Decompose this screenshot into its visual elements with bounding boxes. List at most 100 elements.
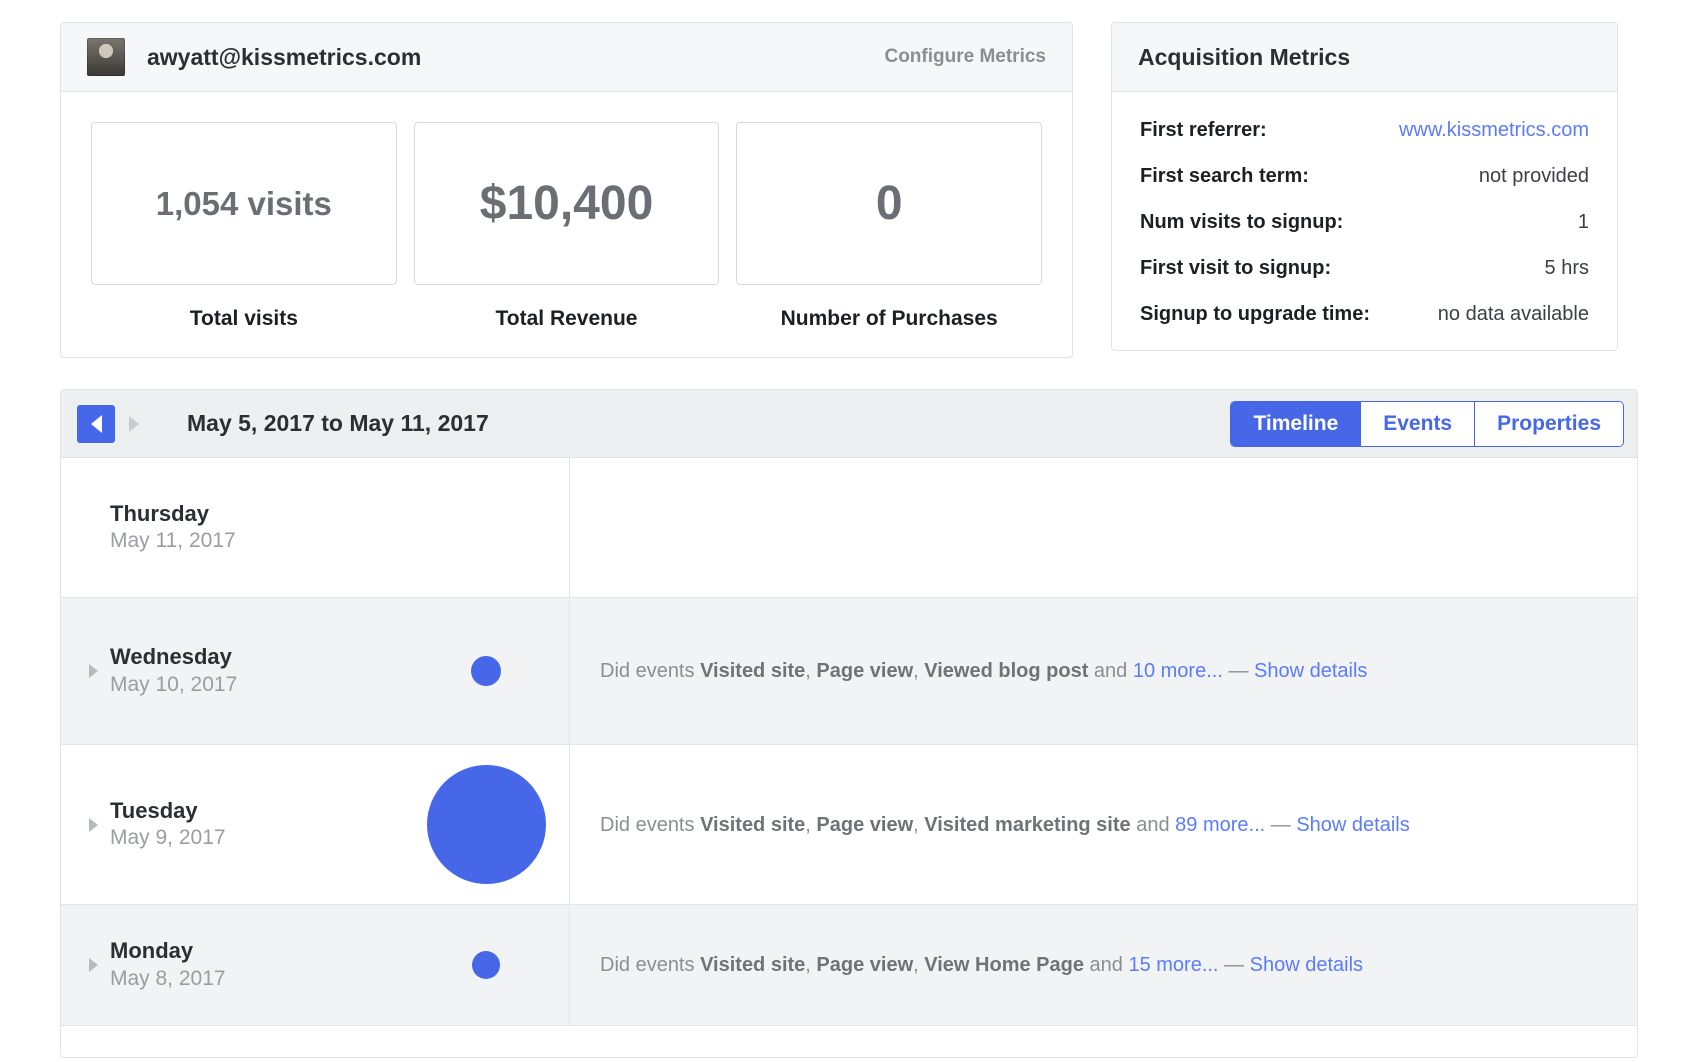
event-sep: , (913, 954, 925, 976)
acq-row-num-visits-to-signup: Num visits to signup: 1 (1140, 209, 1589, 236)
timeline-row-events-cell (570, 458, 1637, 597)
event-dash: — (1222, 660, 1255, 682)
previous-week-button[interactable] (77, 404, 115, 443)
expand-caret-icon[interactable] (89, 817, 98, 832)
event-summary: Did events Visited site, Page view, View… (600, 951, 1363, 979)
timeline-header: May 5, 2017 to May 11, 2017 Timeline Eve… (61, 390, 1637, 458)
metric-total-visits: 1,054 visits Total visits (91, 122, 397, 331)
event-dash: — (1218, 954, 1250, 976)
event-name: View Home Page (924, 954, 1084, 976)
acq-key: First search term: (1140, 165, 1309, 187)
event-name: Visited site (700, 660, 806, 682)
activity-bubble[interactable] (471, 656, 501, 686)
table-row: Wednesday May 10, 2017 Did events Visite… (61, 598, 1637, 745)
metric-value: 1,054 visits (155, 185, 332, 222)
event-and: and (1083, 954, 1129, 976)
event-prefix: Did events (600, 813, 701, 836)
event-sep: , (913, 660, 925, 682)
show-details-link[interactable]: Show details (1254, 660, 1367, 682)
metric-box: $10,400 (413, 122, 720, 285)
tab-events[interactable]: Events (1360, 401, 1475, 446)
acq-row-signup-to-upgrade-time: Signup to upgrade time: no data availabl… (1140, 301, 1589, 328)
acq-key: Num visits to signup: (1140, 211, 1344, 233)
more-events-link[interactable]: 89 more... (1175, 814, 1265, 836)
event-sep: , (805, 954, 817, 976)
event-prefix: Did events (600, 660, 701, 682)
acq-value: 1 (1577, 211, 1589, 233)
timeline-row-day-cell: Tuesday May 9, 2017 (61, 745, 570, 904)
timeline-row-day-cell: Wednesday May 10, 2017 (61, 598, 570, 744)
day-name: Monday (110, 938, 194, 964)
timeline-row-events-cell: Did events Visited site, Page view, Visi… (570, 745, 1637, 904)
caret-right-icon (129, 415, 139, 432)
metric-label: Number of Purchases (780, 307, 998, 330)
day-date: May 11, 2017 (110, 529, 236, 553)
more-events-link[interactable]: 10 more... (1133, 660, 1223, 682)
activity-bubble-wrap (401, 458, 571, 597)
event-summary: Did events Visited site, Page view, Visi… (600, 811, 1410, 839)
day-date: May 9, 2017 (110, 826, 226, 850)
activity-bubble-wrap (401, 598, 571, 744)
dashboard-page: awyatt@kissmetrics.com Configure Metrics… (0, 0, 1698, 1062)
acq-key: Signup to upgrade time: (1140, 303, 1370, 325)
show-details-link[interactable]: Show details (1250, 954, 1363, 976)
event-name: Visited marketing site (924, 813, 1131, 836)
tab-properties[interactable]: Properties (1474, 401, 1623, 446)
day-name: Thursday (110, 500, 210, 526)
day-block: Tuesday May 9, 2017 (110, 797, 226, 852)
configure-metrics-button[interactable]: Configure Metrics (884, 46, 1046, 68)
metric-label: Total visits (189, 307, 298, 330)
event-name: Page view (816, 813, 914, 836)
activity-bubble-wrap (401, 745, 571, 904)
event-sep: , (805, 813, 817, 836)
acquisition-title: Acquisition Metrics (1138, 43, 1351, 70)
acq-value: no data available (1437, 303, 1589, 325)
acq-row-first-search-term: First search term: not provided (1140, 163, 1589, 190)
timeline-row-day-cell: Monday May 8, 2017 (61, 905, 570, 1025)
tab-timeline[interactable]: Timeline (1231, 401, 1361, 446)
timeline-panel: May 5, 2017 to May 11, 2017 Timeline Eve… (60, 389, 1638, 1058)
activity-bubble-wrap (401, 905, 571, 1025)
event-name: Visited site (700, 954, 806, 976)
table-row: Thursday May 11, 2017 (61, 458, 1637, 598)
timeline-row-day-cell: Thursday May 11, 2017 (61, 458, 570, 597)
show-details-link[interactable]: Show details (1296, 814, 1409, 836)
acq-value-link[interactable]: www.kissmetrics.com (1399, 117, 1589, 144)
event-prefix: Did events (600, 954, 701, 976)
day-name: Tuesday (110, 797, 198, 823)
day-date: May 10, 2017 (110, 672, 238, 696)
acq-row-first-referrer: First referrer: www.kissmetrics.com (1140, 117, 1589, 144)
view-tabs: Timeline Events Properties (1231, 401, 1623, 446)
metric-number-of-purchases: 0 Number of Purchases (736, 122, 1043, 331)
next-week-button[interactable] (115, 405, 153, 443)
day-date: May 8, 2017 (110, 966, 226, 990)
caret-left-icon (90, 414, 102, 433)
activity-bubble[interactable] (472, 951, 500, 979)
event-name: Page view (816, 660, 914, 682)
acq-value: not provided (1478, 165, 1589, 187)
activity-bubble[interactable] (426, 765, 546, 884)
metrics-body: 1,054 visits Total visits $10,400 Total … (61, 92, 1072, 357)
day-block: Wednesday May 10, 2017 (110, 643, 237, 698)
table-row: Tuesday May 9, 2017 Did events Visited s… (61, 745, 1637, 905)
event-sep: , (805, 660, 817, 682)
user-metrics-panel: awyatt@kissmetrics.com Configure Metrics… (60, 22, 1073, 358)
acquisition-metrics-panel: Acquisition Metrics First referrer: www.… (1111, 22, 1618, 351)
metric-value: $10,400 (479, 176, 654, 230)
expand-caret-icon[interactable] (89, 664, 98, 678)
acq-key: First referrer: (1140, 119, 1267, 141)
day-block: Thursday May 11, 2017 (110, 500, 236, 555)
event-name: Page view (816, 954, 914, 976)
event-dash: — (1265, 813, 1297, 836)
event-and: and (1130, 813, 1176, 836)
event-summary: Did events Visited site, Page view, View… (600, 657, 1367, 685)
event-name: Visited site (700, 813, 806, 836)
acq-row-first-visit-to-signup: First visit to signup: 5 hrs (1140, 255, 1589, 282)
metric-box: 1,054 visits (91, 122, 397, 285)
expand-caret-icon[interactable] (89, 958, 98, 972)
metric-value: 0 (875, 176, 903, 230)
event-sep: , (913, 813, 925, 836)
acquisition-body: First referrer: www.kissmetrics.com Firs… (1112, 92, 1617, 350)
more-events-link[interactable]: 15 more... (1128, 954, 1218, 976)
event-name: Viewed blog post (924, 660, 1089, 682)
